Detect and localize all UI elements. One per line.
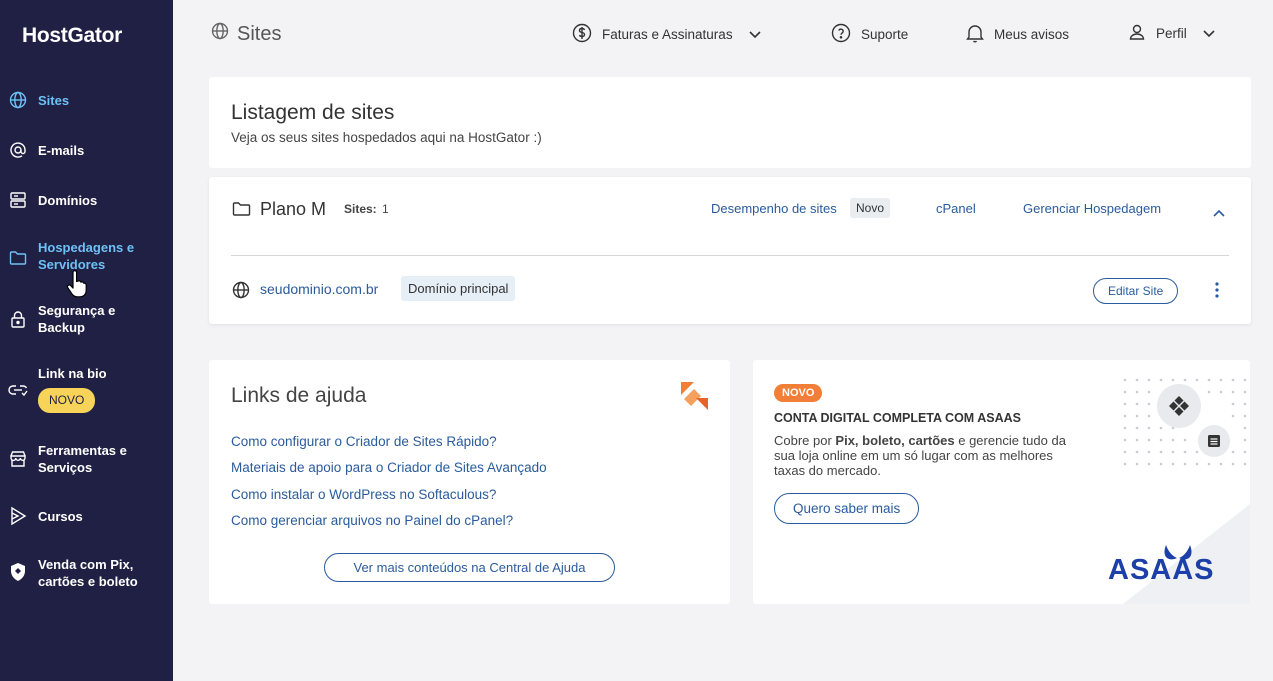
promo-text: Cobre por Pix, boleto, cartões e gerenci… — [774, 433, 1066, 478]
site-performance-link[interactable]: Desempenho de sites — [711, 201, 837, 216]
new-badge: NOVO — [38, 388, 96, 413]
help-link[interactable]: Como configurar o Criador de Sites Rápid… — [231, 434, 497, 449]
hostgator-logo[interactable]: HostGator — [22, 24, 122, 48]
manage-hosting-link[interactable]: Gerenciar Hospedagem — [1023, 201, 1161, 216]
globe-icon — [232, 281, 250, 304]
profile-label: Perfil — [1156, 26, 1187, 41]
listing-header-card: Listagem de sites Veja os seus sites hos… — [209, 77, 1251, 168]
help-link[interactable]: Como gerenciar arquivos no Painel do cPa… — [231, 513, 513, 528]
chevron-down-icon — [1203, 26, 1215, 41]
new-badge: NOVO — [774, 384, 823, 402]
hostgator-brand-icon — [680, 381, 710, 416]
cpanel-link[interactable]: cPanel — [936, 201, 976, 216]
sidebar-item-label: Venda com Pix, cartões e boleto — [38, 557, 138, 589]
support-label: Suporte — [861, 27, 909, 42]
folder-icon — [8, 248, 28, 268]
plan-name: Plano M — [260, 199, 327, 219]
sidebar-item-label: Link na bio — [38, 366, 107, 381]
learn-more-button[interactable]: Quero saber mais — [774, 493, 920, 524]
billing-menu[interactable]: Faturas e Assinaturas — [572, 23, 761, 46]
primary-domain-badge: Domínio principal — [401, 276, 516, 301]
sidebar-item-label: Sites — [38, 93, 70, 108]
shield-icon — [8, 562, 28, 582]
hand-cursor-icon — [66, 270, 88, 305]
help-title: Links de ajuda — [231, 384, 367, 407]
chevron-up-icon[interactable] — [1213, 204, 1225, 222]
sidebar: HostGator Sites E-mails Domínios Hospeda… — [0, 0, 173, 681]
chevron-down-icon — [749, 27, 761, 42]
link-icon — [8, 380, 28, 400]
promo-title: CONTA DIGITAL COMPLETA COM ASAAS — [774, 411, 1021, 425]
asaas-promo-card: NOVO CONTA DIGITAL COMPLETA COM ASAAS Co… — [753, 360, 1250, 604]
sites-count-label: Sites: — [344, 202, 377, 216]
notices-link[interactable]: Meus avisos — [966, 23, 1069, 46]
help-circle-icon — [831, 23, 851, 46]
sidebar-item-label: Ferramentas e Serviços — [38, 443, 127, 475]
sidebar-item-label: Segurança e Backup — [38, 303, 116, 335]
help-link[interactable]: Materiais de apoio para o Criador de Sit… — [231, 460, 547, 475]
notices-label: Meus avisos — [994, 27, 1070, 42]
asaas-logo: ASAAS — [1108, 544, 1238, 586]
more-options-icon[interactable] — [1215, 282, 1219, 303]
support-link[interactable]: Suporte — [831, 23, 908, 46]
sidebar-item-label: Cursos — [38, 509, 83, 524]
server-icon — [8, 190, 28, 210]
help-link[interactable]: Como instalar o WordPress no Softaculous… — [231, 487, 496, 502]
user-icon — [1128, 23, 1146, 44]
document-icon — [1207, 434, 1221, 453]
plan-card: Plano M Sites: 1 Desempenho de sites Nov… — [209, 177, 1251, 324]
listing-subtitle: Veja os seus sites hospedados aqui na Ho… — [231, 130, 542, 145]
help-links-card: Links de ajuda Como configurar o Criador… — [209, 360, 730, 604]
folder-icon — [232, 201, 251, 222]
billing-label: Faturas e Assinaturas — [602, 27, 733, 42]
sidebar-item-label: Domínios — [38, 193, 98, 208]
sidebar-item-label: E-mails — [38, 143, 85, 158]
help-center-button[interactable]: Ver mais conteúdos na Central de Ajuda — [324, 553, 615, 582]
globe-icon — [8, 90, 28, 110]
globe-icon — [211, 22, 229, 46]
new-badge: Novo — [850, 198, 891, 218]
divider — [231, 255, 1229, 256]
page-title: Sites — [211, 22, 281, 46]
listing-title: Listagem de sites — [231, 101, 395, 124]
bell-icon — [966, 23, 984, 46]
dollar-icon — [572, 23, 592, 46]
site-domain-link[interactable]: seudominio.com.br — [260, 281, 378, 297]
lock-icon — [8, 309, 28, 329]
profile-menu[interactable]: Perfil — [1128, 23, 1215, 44]
at-icon — [8, 140, 28, 160]
store-icon — [8, 449, 28, 469]
payment-diamond-icon — [1167, 394, 1191, 423]
asaas-logo-text: ASAAS — [1108, 554, 1215, 586]
play-icon — [8, 506, 28, 526]
edit-site-button[interactable]: Editar Site — [1093, 278, 1179, 304]
sites-count-value: 1 — [382, 202, 389, 216]
sidebar-item-label: Hospedagens e Servidores — [38, 240, 135, 272]
page-title-text: Sites — [237, 22, 282, 45]
top-bar: Sites Faturas e Assinaturas Suporte Meus… — [173, 0, 1273, 66]
